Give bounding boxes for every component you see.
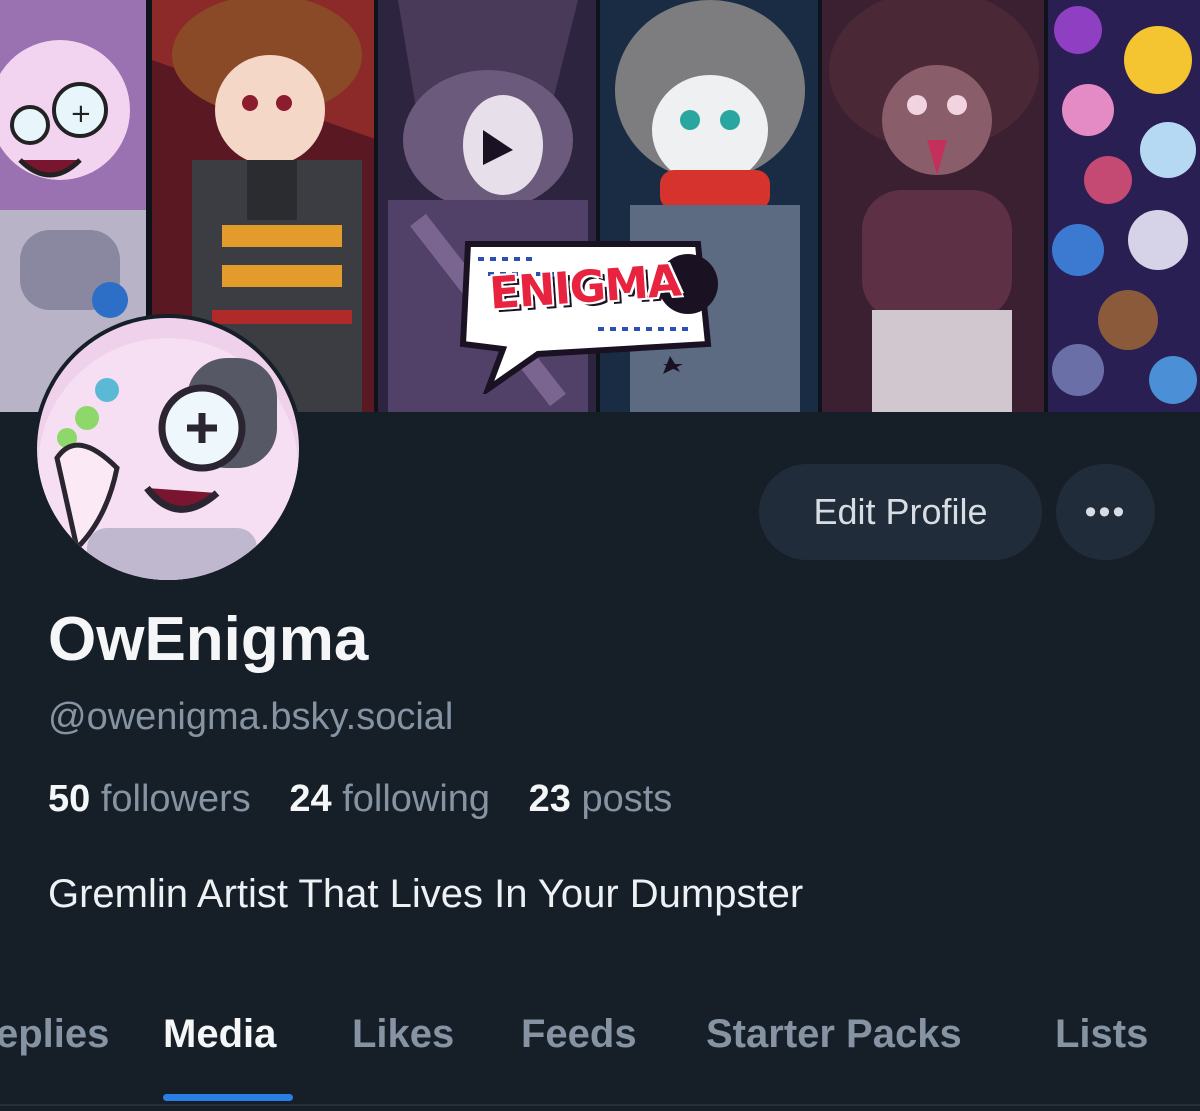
active-tab-indicator	[163, 1094, 293, 1101]
svg-text:+: +	[70, 99, 92, 129]
tab-lists[interactable]: Lists	[1055, 1012, 1148, 1057]
tabs-divider	[0, 1104, 1200, 1106]
tab-replies[interactable]: eplies	[0, 1012, 109, 1057]
posts-count: 23	[528, 778, 571, 820]
tab-likes[interactable]: Likes	[352, 1012, 454, 1057]
following-stat[interactable]: 24 following	[289, 778, 490, 820]
tab-feeds[interactable]: Feeds	[521, 1012, 637, 1057]
posts-stat: 23 posts	[529, 778, 673, 820]
following-label: following	[342, 778, 491, 820]
tab-starter-packs[interactable]: Starter Packs	[706, 1012, 962, 1057]
bio: Gremlin Artist That Lives In Your Dumpst…	[48, 872, 804, 916]
profile-stats: 50 followers 24 following 23 posts	[48, 778, 700, 821]
tab-media[interactable]: Media	[163, 1012, 276, 1057]
edit-profile-button[interactable]: Edit Profile	[759, 464, 1042, 560]
banner-panel-6	[1048, 0, 1200, 412]
display-name: OwEnigma	[48, 605, 369, 674]
posts-label: posts	[581, 778, 673, 820]
followers-label: followers	[100, 778, 251, 820]
following-count: 24	[289, 778, 332, 820]
followers-stat[interactable]: 50 followers	[48, 778, 251, 820]
followers-count: 50	[48, 778, 91, 820]
banner-panel-5	[822, 0, 1048, 412]
avatar[interactable]	[33, 314, 303, 584]
more-options-button[interactable]: •••	[1056, 464, 1155, 560]
handle: @owenigma.bsky.social	[48, 696, 454, 738]
